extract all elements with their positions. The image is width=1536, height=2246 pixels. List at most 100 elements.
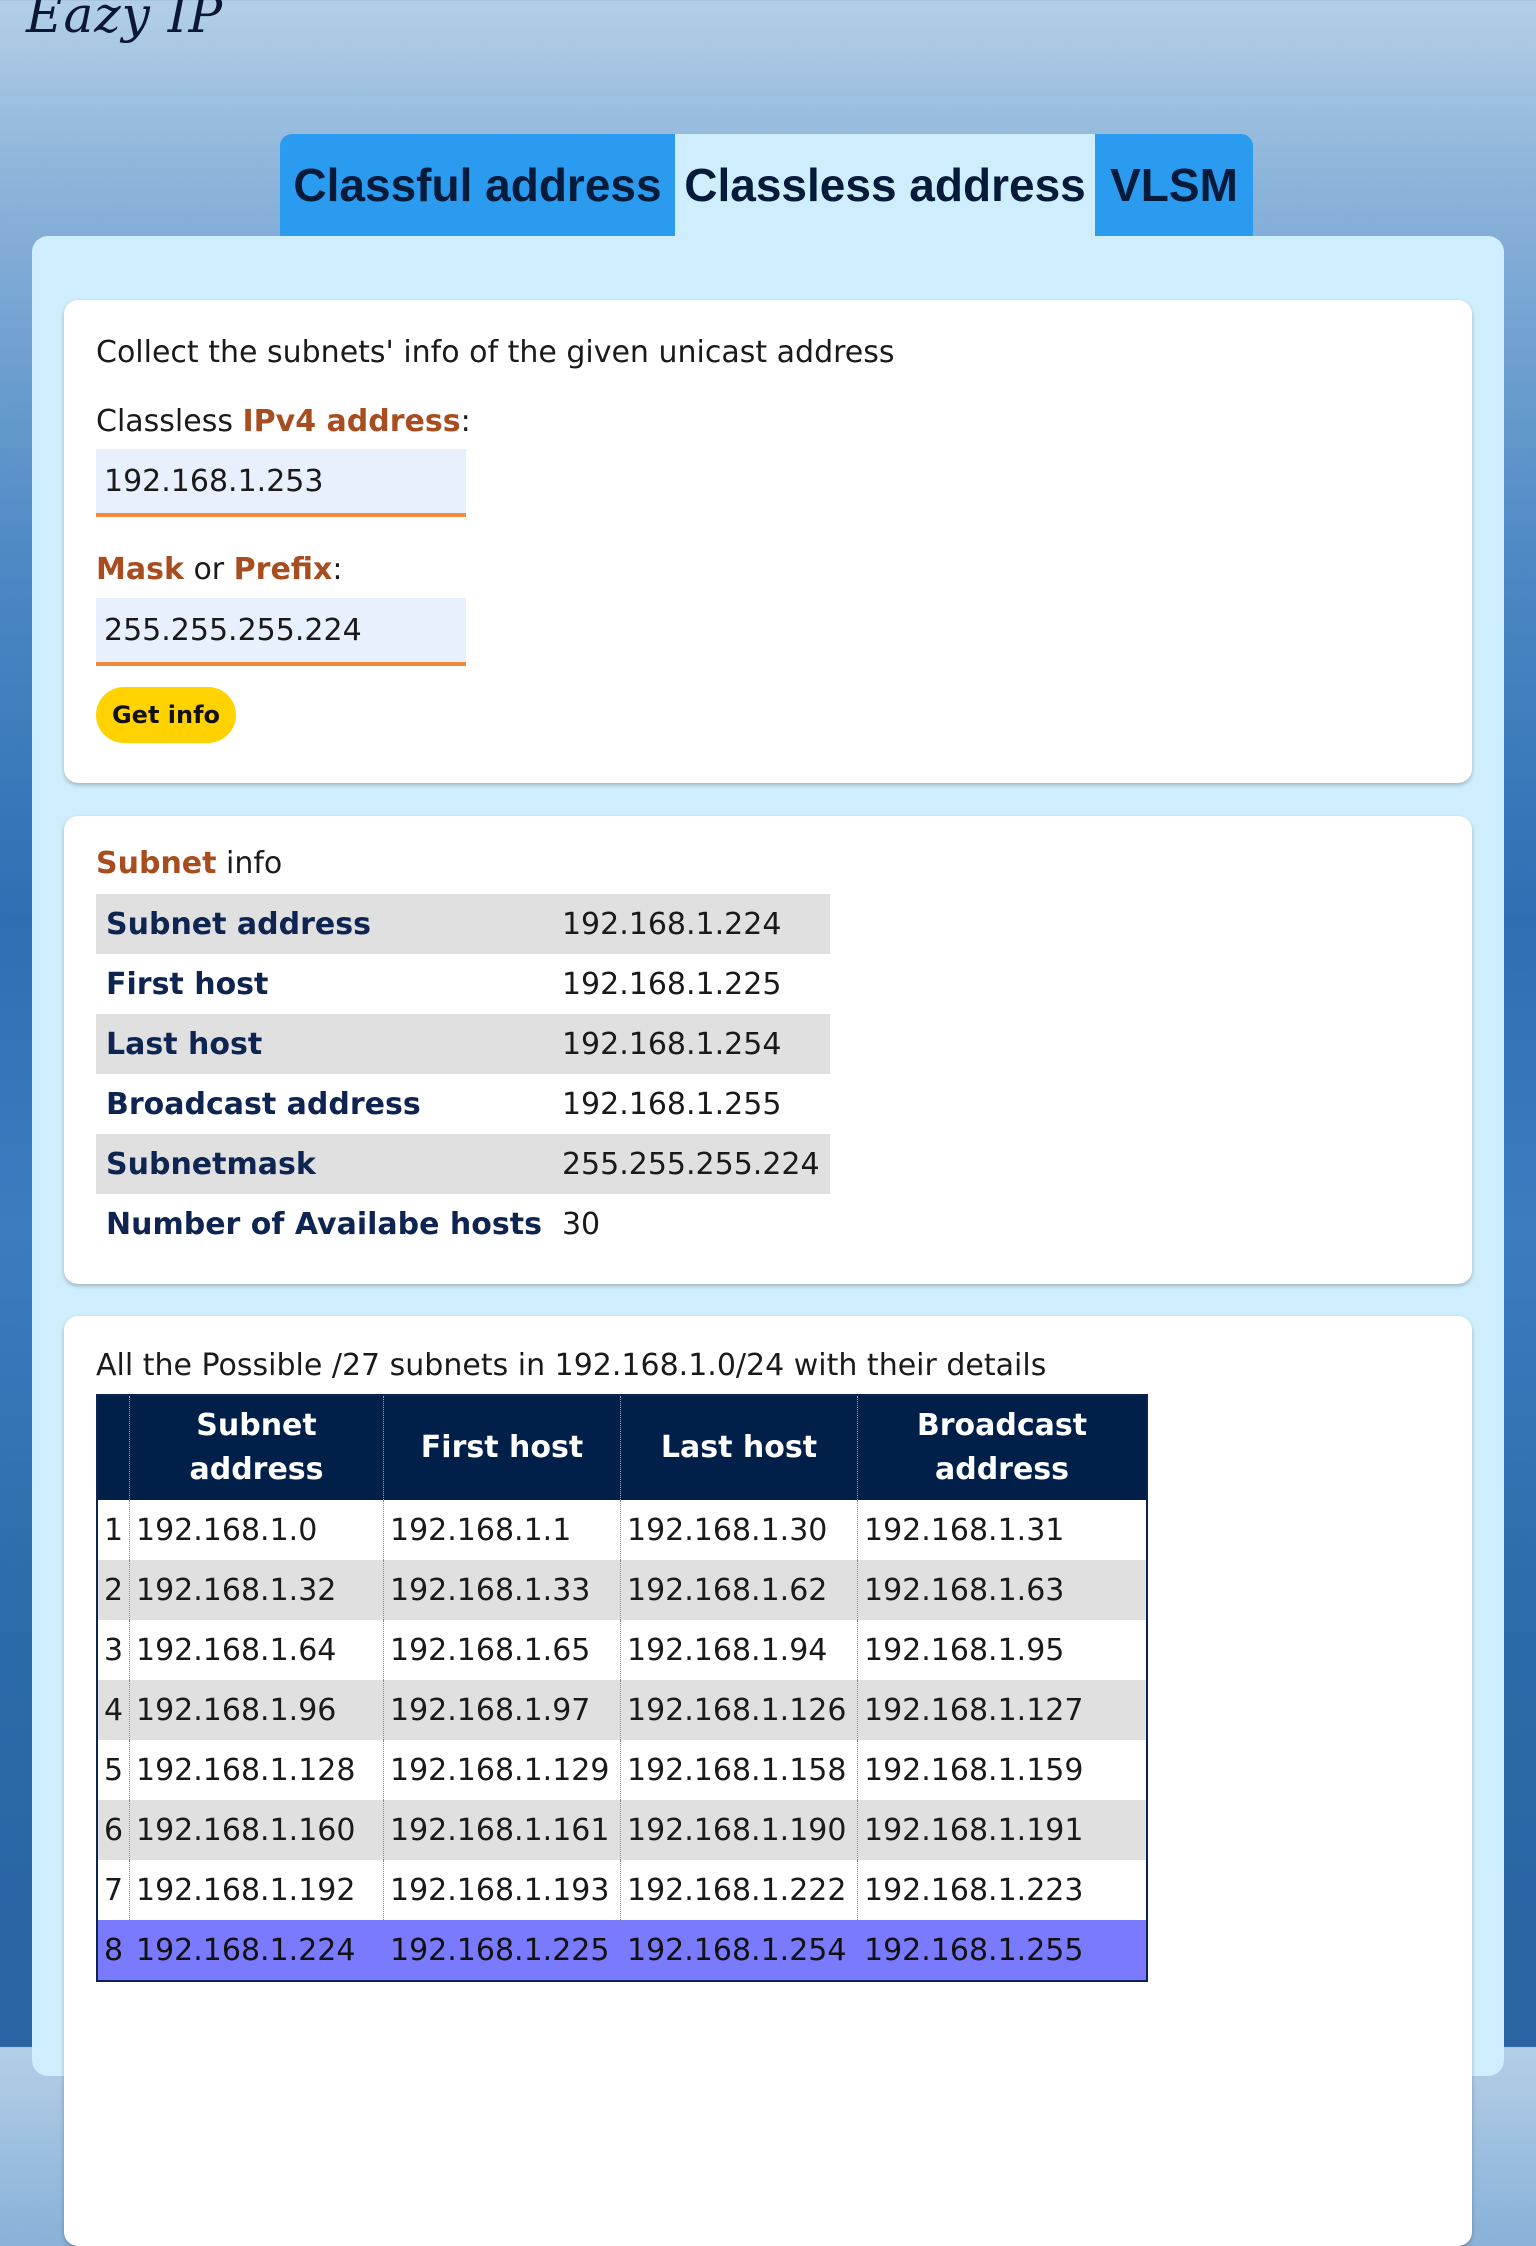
subnet-info-title: Subnet info xyxy=(96,846,282,881)
info-value: 192.168.1.254 xyxy=(551,1014,830,1074)
cell-broadcast-address: 192.168.1.159 xyxy=(857,1740,1147,1800)
info-key: Broadcast address xyxy=(106,1086,421,1122)
row-index: 8 xyxy=(97,1920,130,1981)
prefix-label-accent: Prefix xyxy=(233,552,333,587)
cell-first-host: 192.168.1.1 xyxy=(383,1500,621,1560)
cell-last-host: 192.168.1.222 xyxy=(620,1860,858,1920)
ip-label-prefix: Classless xyxy=(96,404,243,439)
cell-subnet-address: 192.168.1.64 xyxy=(129,1620,384,1680)
table-row: 7 192.168.1.192 192.168.1.193 192.168.1.222… xyxy=(97,1860,1147,1920)
cell-broadcast-address: 192.168.1.127 xyxy=(857,1680,1147,1740)
subnets-table: Subnet address First host Last host Broa… xyxy=(96,1394,1148,1982)
row-index: 7 xyxy=(103,1872,124,1908)
info-value: 255.255.255.224 xyxy=(551,1134,830,1194)
table-row: 2 192.168.1.32 192.168.1.33 192.168.1.62 192… xyxy=(97,1560,1147,1620)
cell-first-host: 192.168.1.33 xyxy=(383,1560,621,1620)
input-card: Collect the subnets' info of the given u… xyxy=(64,300,1472,783)
cell-last-host: 192.168.1.126 xyxy=(620,1680,858,1740)
mask-label-or: or xyxy=(183,552,234,587)
cell-subnet-address: 192.168.1.0 xyxy=(129,1500,384,1560)
ip-address-input[interactable] xyxy=(96,449,466,517)
cell-broadcast-address: 192.168.1.191 xyxy=(857,1800,1147,1860)
column-header-broadcast-address: Broadcast address xyxy=(857,1395,1147,1500)
info-value: 30 xyxy=(561,1206,601,1242)
form-intro: Collect the subnets' info of the given u… xyxy=(96,335,895,370)
cell-last-host: 192.168.1.30 xyxy=(620,1500,858,1560)
column-header-last-host: Last host xyxy=(620,1395,858,1500)
cell-first-host: 192.168.1.97 xyxy=(383,1680,621,1740)
info-key: Last host xyxy=(96,1014,552,1074)
row-index: 4 xyxy=(97,1680,130,1740)
cell-first-host: 192.168.1.193 xyxy=(383,1860,621,1920)
column-header-subnet-address: Subnet address xyxy=(129,1395,384,1500)
subnets-card: All the Possible /27 subnets in 192.168.… xyxy=(64,1316,1472,2246)
cell-first-host: 192.168.1.161 xyxy=(383,1800,621,1860)
info-row: First host 192.168.1.225 xyxy=(96,954,830,1014)
tab-classless-address[interactable]: Classless address xyxy=(675,134,1095,236)
row-index: 5 xyxy=(103,1752,124,1788)
cell-subnet-address: 192.168.1.192 xyxy=(129,1860,384,1920)
info-key: Subnetmask xyxy=(96,1134,552,1194)
info-row: Subnet address 192.168.1.224 xyxy=(96,894,830,954)
table-row: 8 192.168.1.224 192.168.1.225 192.168.1.254… xyxy=(97,1920,1147,1981)
info-value: 192.168.1.224 xyxy=(551,894,830,954)
cell-subnet-address: 192.168.1.128 xyxy=(129,1740,384,1800)
main-panel: Collect the subnets' info of the given u… xyxy=(32,236,1504,2246)
column-header-first-host: First host xyxy=(383,1395,621,1500)
table-row: 5 192.168.1.128 192.168.1.129 192.168.1.158… xyxy=(97,1740,1147,1800)
cell-broadcast-address: 192.168.1.63 xyxy=(857,1560,1147,1620)
table-row: 6 192.168.1.160 192.168.1.161 192.168.1.190… xyxy=(97,1800,1147,1860)
cell-broadcast-address: 192.168.1.255 xyxy=(857,1920,1147,1981)
cell-first-host: 192.168.1.225 xyxy=(383,1920,621,1981)
subnet-info-title-accent: Subnet xyxy=(96,846,217,881)
cell-broadcast-address: 192.168.1.31 xyxy=(857,1500,1147,1560)
ip-label-accent: IPv4 address xyxy=(242,404,461,439)
app-logo: Eazy IP xyxy=(26,0,224,44)
subnet-info-card: Subnet info Subnet address 192.168.1.224… xyxy=(64,816,1472,1284)
info-row: Broadcast address 192.168.1.255 xyxy=(96,1074,830,1134)
mask-input[interactable] xyxy=(96,598,466,666)
tab-bar: Classful address Classless address VLSM xyxy=(280,134,1253,236)
subnet-info-title-rest: info xyxy=(216,846,283,881)
info-row: Subnetmask 255.255.255.224 xyxy=(96,1134,830,1194)
cell-broadcast-address: 192.168.1.95 xyxy=(857,1620,1147,1680)
cell-first-host: 192.168.1.129 xyxy=(383,1740,621,1800)
row-index: 1 xyxy=(103,1512,124,1548)
info-value: 192.168.1.255 xyxy=(561,1086,782,1122)
get-info-button[interactable]: Get info xyxy=(96,687,236,743)
ip-label: Classless IPv4 address: xyxy=(96,404,471,439)
table-row: 4 192.168.1.96 192.168.1.97 192.168.1.126 19… xyxy=(97,1680,1147,1740)
info-row: Last host 192.168.1.254 xyxy=(96,1014,830,1074)
row-index: 3 xyxy=(103,1632,124,1668)
table-row: 1 192.168.1.0 192.168.1.1 192.168.1.30 192.1… xyxy=(97,1500,1147,1560)
next-card-edge xyxy=(64,2040,1472,2070)
cell-last-host: 192.168.1.158 xyxy=(620,1740,858,1800)
table-header-row: Subnet address First host Last host Broa… xyxy=(97,1395,1147,1500)
tab-classful-address[interactable]: Classful address xyxy=(280,134,675,236)
table-row: 3 192.168.1.64 192.168.1.65 192.168.1.94 192… xyxy=(97,1620,1147,1680)
subnets-table-body: 1 192.168.1.0 192.168.1.1 192.168.1.30 192.1… xyxy=(97,1500,1147,1981)
cell-subnet-address: 192.168.1.32 xyxy=(129,1560,384,1620)
row-index: 2 xyxy=(97,1560,130,1620)
cell-last-host: 192.168.1.94 xyxy=(620,1620,858,1680)
cell-subnet-address: 192.168.1.224 xyxy=(129,1920,384,1981)
cell-first-host: 192.168.1.65 xyxy=(383,1620,621,1680)
cell-subnet-address: 192.168.1.160 xyxy=(129,1800,384,1860)
info-value: 192.168.1.225 xyxy=(561,966,782,1002)
mask-label-accent: Mask xyxy=(96,552,184,587)
mask-label: Mask or Prefix: xyxy=(96,552,343,587)
column-header-index xyxy=(97,1395,130,1500)
info-row: Number of Availabe hosts 30 xyxy=(96,1194,830,1254)
subnets-table-title: All the Possible /27 subnets in 192.168.… xyxy=(96,1348,1047,1383)
subnet-info-table: Subnet address 192.168.1.224 First host … xyxy=(96,894,830,1254)
cell-last-host: 192.168.1.62 xyxy=(620,1560,858,1620)
info-key: First host xyxy=(106,966,269,1002)
cell-last-host: 192.168.1.254 xyxy=(620,1920,858,1981)
tab-vlsm[interactable]: VLSM xyxy=(1095,134,1253,236)
info-key: Subnet address xyxy=(96,894,552,954)
cell-broadcast-address: 192.168.1.223 xyxy=(857,1860,1147,1920)
row-index: 6 xyxy=(97,1800,130,1860)
cell-subnet-address: 192.168.1.96 xyxy=(129,1680,384,1740)
info-key: Number of Availabe hosts xyxy=(106,1206,542,1242)
cell-last-host: 192.168.1.190 xyxy=(620,1800,858,1860)
